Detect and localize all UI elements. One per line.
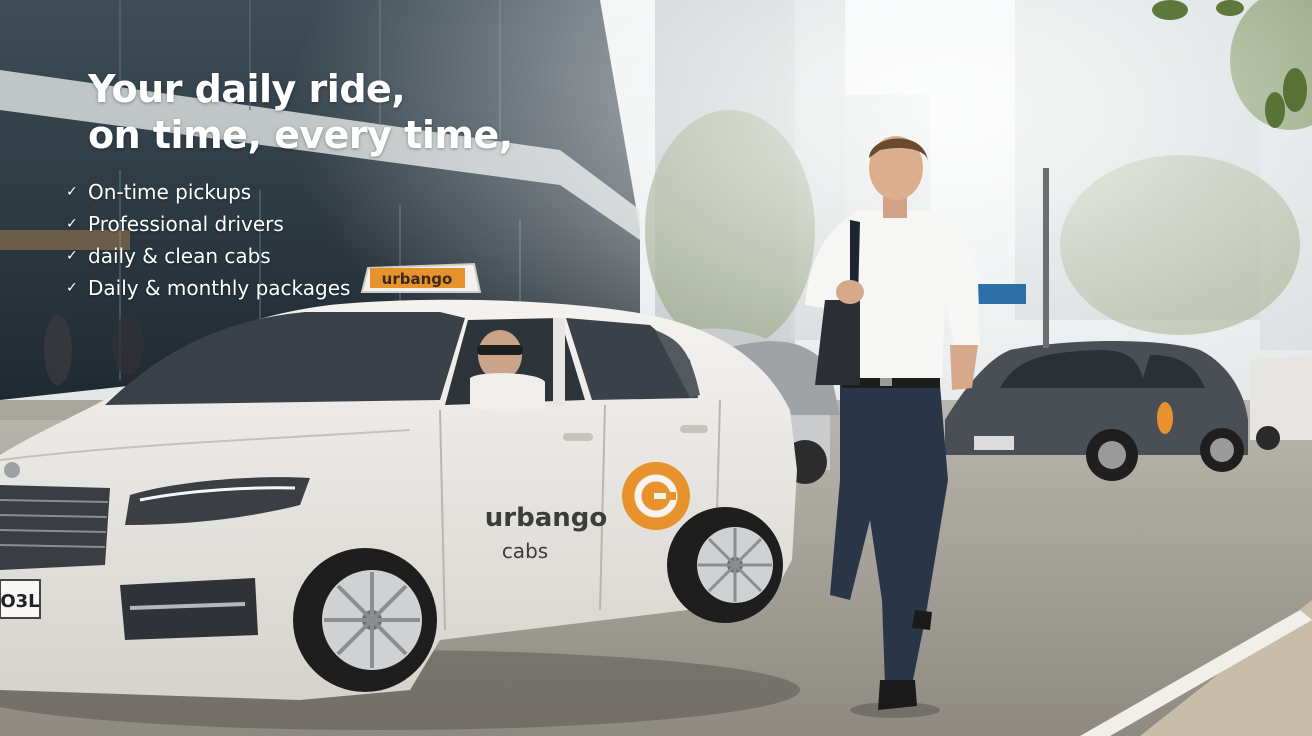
feature-item: ✓ Professional drivers: [66, 208, 350, 240]
headline-line-1: Your daily ride,: [88, 67, 406, 111]
feature-label: Daily & monthly packages: [88, 276, 351, 300]
feature-item: ✓ On-time pickups: [66, 176, 350, 208]
check-icon: ✓: [66, 280, 78, 296]
license-plate-text: O3L: [0, 591, 39, 612]
roof-sign-text: urbango: [382, 270, 453, 288]
check-icon: ✓: [66, 184, 78, 200]
feature-list: ✓ On-time pickups ✓ Professional drivers…: [66, 176, 350, 304]
door-brand-text: urbango: [485, 503, 607, 533]
feature-label: daily & clean cabs: [88, 244, 271, 268]
feature-label: Professional drivers: [88, 212, 284, 236]
feature-item: ✓ daily & clean cabs: [66, 240, 350, 272]
feature-item: ✓ Daily & monthly packages: [66, 272, 350, 304]
check-icon: ✓: [66, 216, 78, 232]
hero-scene: urbango urbango cabs O3L Your daily ride…: [0, 0, 1312, 736]
hero-headline: Your daily ride, on time, every time,: [88, 66, 513, 158]
headline-line-2: on time, every time,: [88, 113, 513, 157]
feature-label: On-time pickups: [88, 180, 252, 204]
door-sub-text: cabs: [502, 539, 548, 563]
check-icon: ✓: [66, 248, 78, 264]
